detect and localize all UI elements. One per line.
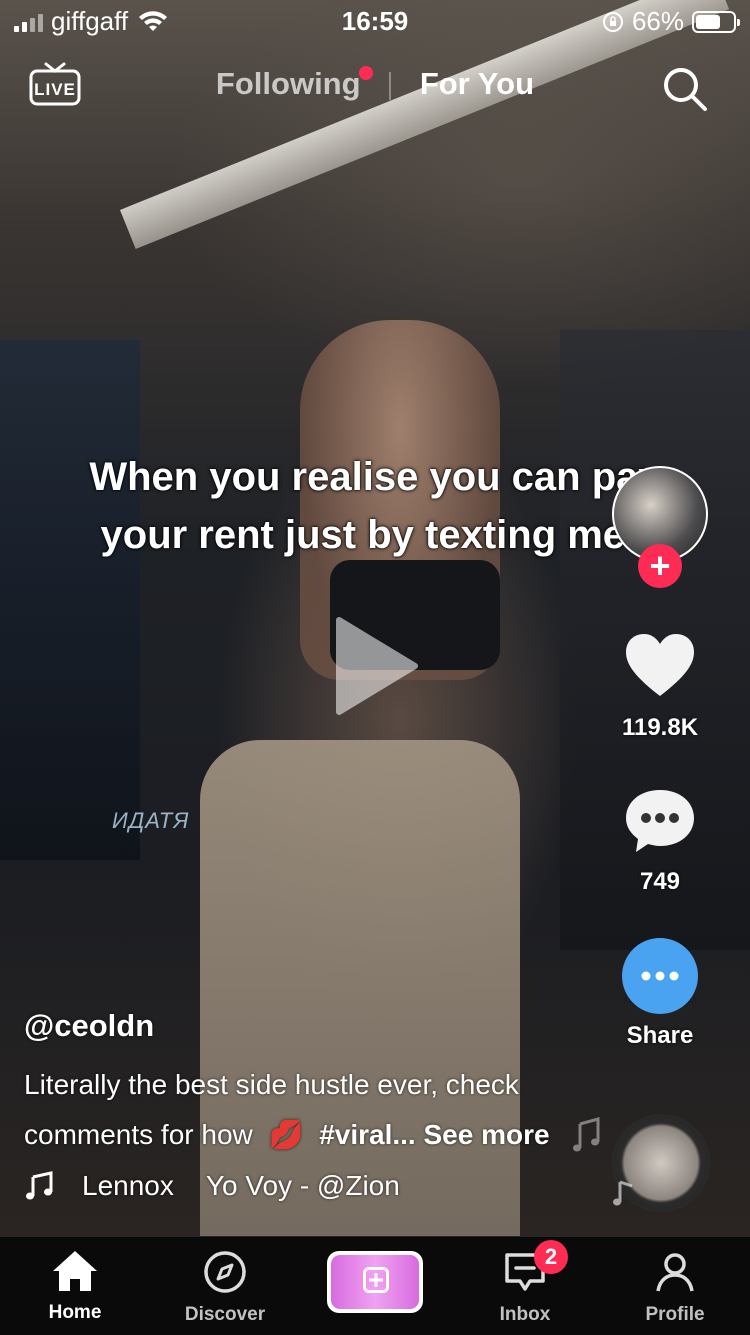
description-line-2: comments for how 💋 #viral... See more	[24, 1110, 584, 1160]
home-icon	[53, 1251, 97, 1291]
nav-home-label: Home	[48, 1302, 102, 1323]
battery-info: 66%	[602, 6, 740, 37]
like-count: 119.8K	[621, 714, 699, 741]
description-line-1: Literally the best side hustle ever, che…	[24, 1069, 519, 1100]
orientation-lock-icon	[602, 11, 623, 32]
hashtag-viral[interactable]: #viral...	[319, 1119, 416, 1150]
top-nav: LIVE Following For You	[0, 56, 750, 116]
music-note-icon	[26, 1171, 53, 1200]
music-info[interactable]: Lennox Yo Voy - @Zion	[24, 1170, 400, 1202]
share-label: Share	[626, 1022, 694, 1049]
battery-icon	[692, 10, 740, 33]
profile-icon	[656, 1253, 694, 1292]
create-button-fill	[331, 1255, 419, 1309]
status-bar: giffgaff 16:59 66%	[0, 0, 750, 40]
lips-emoji: 💋	[268, 1119, 304, 1150]
video-figure-legs	[200, 740, 520, 1236]
battery-percent: 66%	[631, 6, 684, 36]
nav-discover[interactable]: Discover	[165, 1249, 285, 1326]
inbox-badge: 2	[534, 1240, 568, 1274]
bottom-nav: Home Discover Inbox Profile	[0, 1236, 750, 1335]
background-window	[0, 340, 140, 860]
comment-count: 749	[639, 868, 681, 895]
nav-profile-label: Profile	[645, 1304, 705, 1325]
creator-avatar-wrap[interactable]: +	[612, 466, 708, 588]
post-description: Literally the best side hustle ever, che…	[24, 1060, 584, 1160]
plus-icon	[363, 1267, 389, 1293]
like-heart-icon[interactable]	[624, 632, 696, 698]
tab-for-you-label: For You	[419, 66, 535, 101]
search-icon[interactable]	[660, 64, 710, 114]
more-dots-icon	[641, 971, 679, 981]
follow-plus-button[interactable]: +	[638, 544, 682, 588]
nav-inbox-label: Inbox	[499, 1304, 551, 1325]
play-icon[interactable]	[333, 616, 419, 716]
share-button[interactable]	[622, 938, 698, 1014]
song-title: Yo Voy - @Zion	[205, 1170, 400, 1201]
nav-discover-label: Discover	[184, 1304, 266, 1325]
tab-separator	[389, 71, 392, 100]
battery-level	[696, 14, 720, 29]
nav-profile[interactable]: Profile	[615, 1249, 735, 1326]
create-button[interactable]	[327, 1251, 423, 1313]
nav-home[interactable]: Home	[15, 1249, 135, 1324]
see-more-link[interactable]: See more	[423, 1119, 549, 1150]
comment-icon[interactable]	[624, 788, 696, 854]
floating-music-note-icon	[573, 1117, 600, 1152]
tab-for-you[interactable]: For You	[420, 66, 534, 102]
compass-icon	[204, 1251, 246, 1293]
floating-music-note-small-icon	[613, 1180, 633, 1206]
tab-following[interactable]: Following	[215, 66, 373, 102]
description-line-2-text: comments for how	[24, 1119, 253, 1150]
neon-sign: ИДАТЯ	[112, 808, 190, 833]
video-caption: When you realise you can pay your rent j…	[89, 455, 661, 557]
tab-following-label: Following	[215, 66, 361, 101]
song-artist: Lennox	[82, 1170, 174, 1201]
feed-tabs: Following For You	[0, 66, 750, 102]
creator-username[interactable]: @ceoldn	[24, 1008, 154, 1044]
new-content-dot	[358, 66, 373, 80]
